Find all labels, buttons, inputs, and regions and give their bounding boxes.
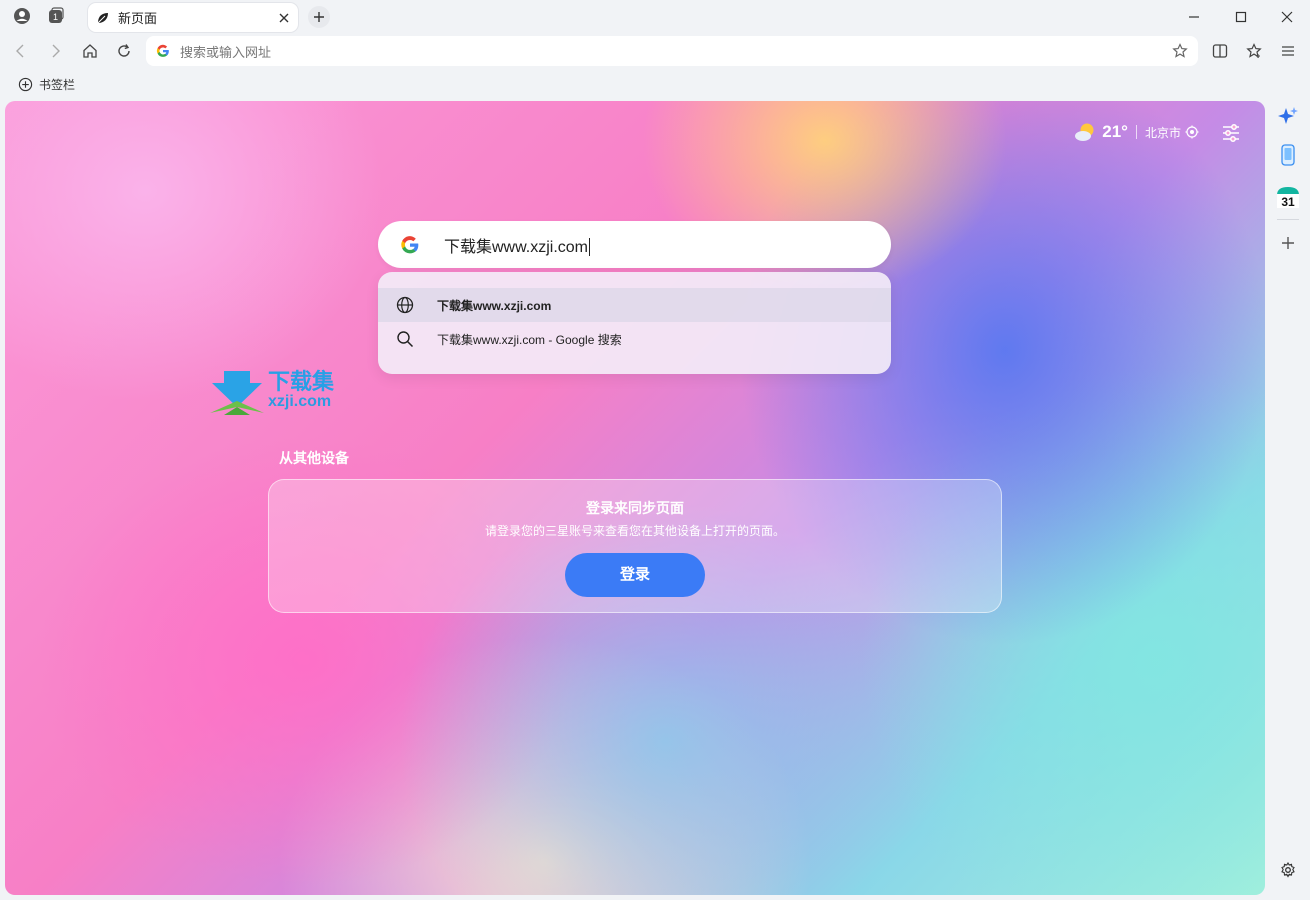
suggestion-item[interactable]: 下载集www.xzji.com — [378, 288, 891, 322]
tab-manager-icon[interactable]: 1 — [44, 5, 68, 27]
weather-divider — [1135, 125, 1137, 139]
minimize-button[interactable] — [1183, 6, 1205, 28]
close-tab-icon[interactable] — [278, 12, 290, 24]
globe-icon — [396, 296, 414, 314]
address-placeholder: 搜索或输入网址 — [180, 44, 272, 60]
chevron-left-icon — [16, 44, 24, 58]
search-query: 下载集www.xzji.com — [444, 238, 591, 257]
favorites-icon — [1246, 43, 1262, 58]
reload-icon — [118, 44, 130, 57]
customize-sliders-icon[interactable] — [1219, 121, 1243, 145]
download-arrow-icon — [210, 371, 264, 415]
sync-card: 登录来同步页面 请登录您的三星账号来查看您在其他设备上打开的页面。 登录 — [268, 479, 1002, 613]
menu-button[interactable] — [1277, 40, 1299, 62]
side-divider — [1277, 219, 1299, 220]
bookmarks-label[interactable]: 书签栏 — [39, 76, 75, 93]
toolbar: 搜索或输入网址 — [0, 34, 1310, 70]
forward-button[interactable] — [44, 40, 66, 62]
suggestion-dropdown: 下载集www.xzji.com 下载集www.xzji.com - Google… — [378, 272, 891, 374]
google-icon — [400, 235, 420, 255]
side-panel: 31 — [1265, 101, 1310, 900]
google-icon — [156, 44, 170, 58]
other-devices-title: 从其他设备 — [279, 450, 349, 466]
title-bar: 1 新页面 — [0, 0, 1310, 34]
add-bookmark-icon[interactable] — [18, 77, 33, 92]
ai-sparkle-icon[interactable] — [1276, 105, 1300, 129]
chevron-right-icon — [52, 44, 60, 58]
weather-temperature: 21° — [1102, 122, 1128, 141]
back-button[interactable] — [10, 40, 32, 62]
profile-icon[interactable] — [10, 5, 34, 27]
add-panel-icon[interactable] — [1276, 231, 1300, 255]
split-view-icon — [1212, 44, 1228, 58]
calendar-icon[interactable]: 31 — [1276, 185, 1300, 209]
weather-city: 北京市 — [1144, 125, 1181, 140]
suggestion-text: 下载集www.xzji.com - Google 搜索 — [437, 332, 622, 347]
search-input[interactable]: 下载集www.xzji.com — [378, 221, 891, 268]
reload-button[interactable] — [113, 40, 135, 62]
address-bar[interactable]: 搜索或输入网址 — [146, 36, 1198, 66]
text-caret — [589, 238, 591, 257]
sync-heading: 登录来同步页面 — [586, 500, 684, 516]
watermark-subtitle: xzji.com — [268, 393, 332, 410]
close-window-button[interactable] — [1276, 6, 1298, 28]
new-tab-page: 21° 北京市 下载集www.xzji.com 下载集www.xzji.com … — [5, 101, 1265, 895]
maximize-button[interactable] — [1230, 6, 1252, 28]
leaf-icon — [96, 11, 110, 25]
calendar-day: 31 — [1281, 195, 1295, 209]
tab-title: 新页面 — [118, 11, 158, 26]
new-tab-button[interactable] — [308, 6, 330, 28]
plus-icon — [314, 12, 324, 22]
bookmarks-bar: 书签栏 — [0, 70, 1310, 98]
favorites-button[interactable] — [1243, 40, 1265, 62]
weather-widget[interactable]: 21° 北京市 — [1074, 121, 1199, 143]
watermark-title: 下载集 — [268, 369, 335, 394]
star-icon[interactable] — [1172, 43, 1188, 59]
home-icon — [83, 44, 97, 58]
split-view-button[interactable] — [1209, 40, 1231, 62]
phone-icon[interactable] — [1276, 143, 1300, 167]
watermark-logo: 下载集 xzji.com — [210, 371, 350, 415]
svg-text:1: 1 — [53, 12, 58, 22]
suggestion-text: 下载集www.xzji.com — [437, 298, 552, 313]
location-icon[interactable] — [1185, 125, 1199, 139]
home-button[interactable] — [79, 40, 101, 62]
hamburger-icon — [1282, 46, 1294, 56]
login-button[interactable]: 登录 — [565, 553, 705, 597]
gear-icon[interactable] — [1276, 858, 1300, 882]
partly-sunny-icon — [1074, 121, 1098, 143]
search-icon — [396, 330, 414, 348]
suggestion-item[interactable]: 下载集www.xzji.com - Google 搜索 — [378, 322, 891, 356]
sync-description: 请登录您的三星账号来查看您在其他设备上打开的页面。 — [484, 524, 785, 538]
tab-new-page[interactable]: 新页面 — [88, 3, 298, 32]
